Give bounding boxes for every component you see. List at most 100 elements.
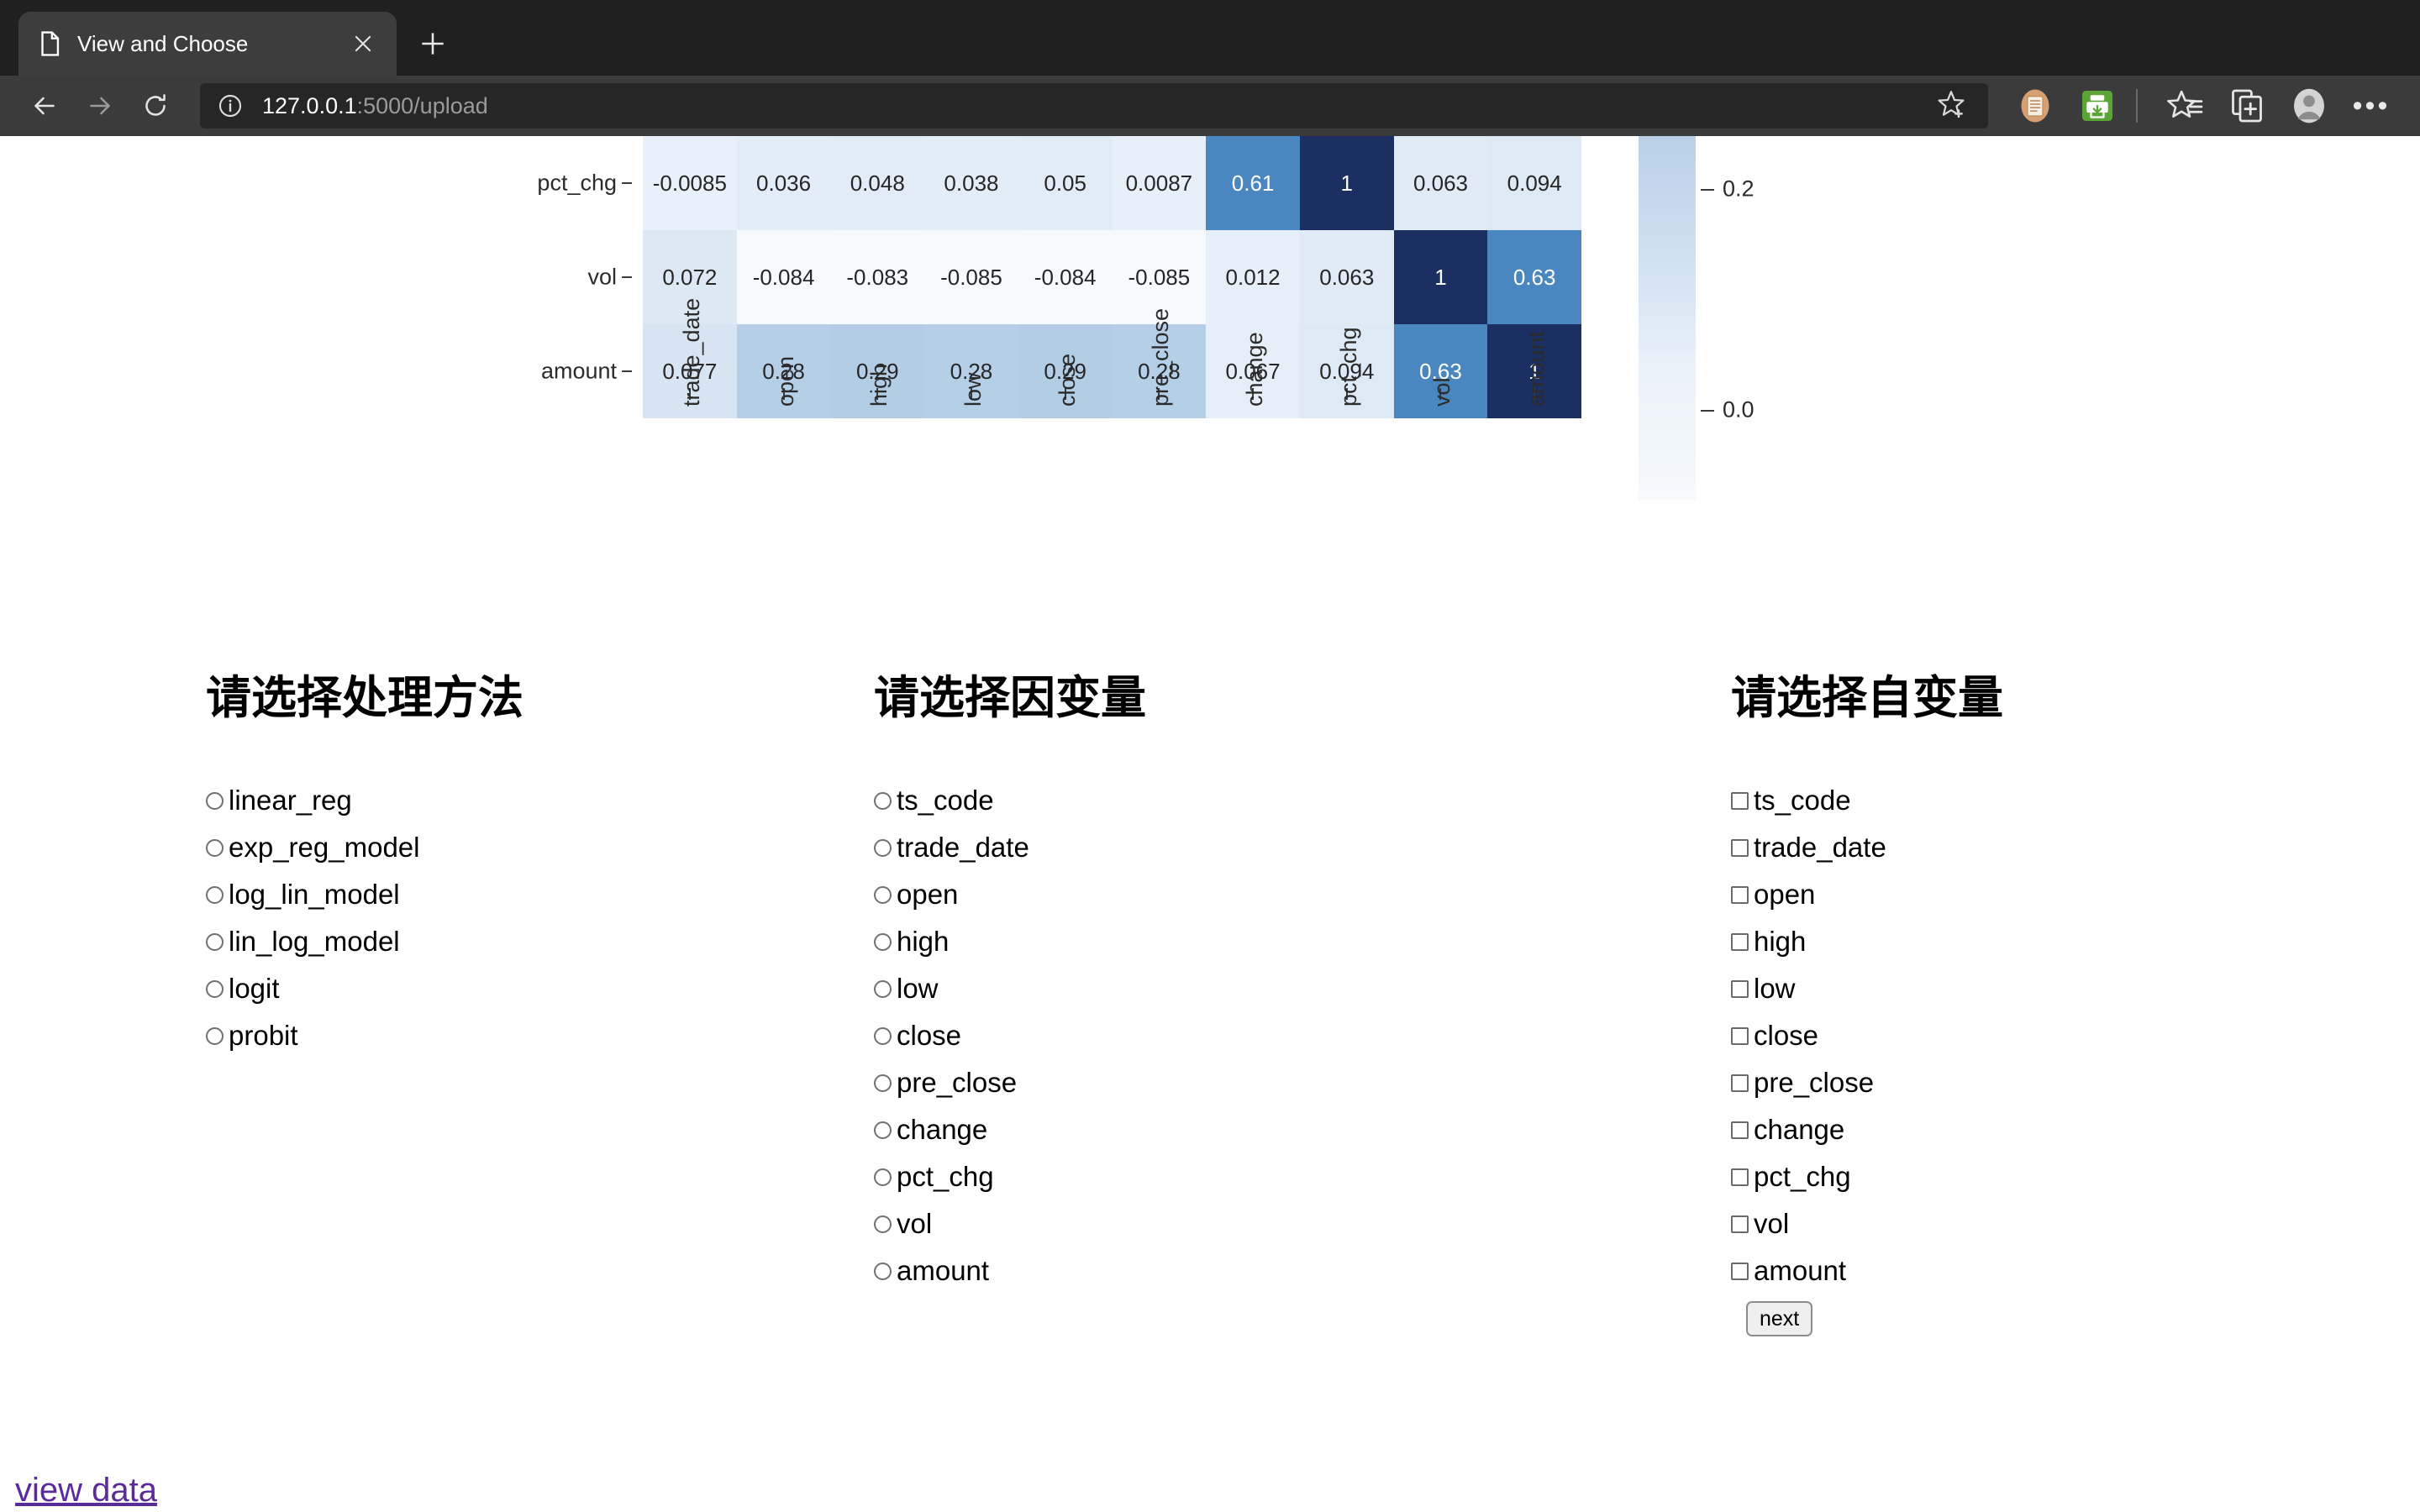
option-label: amount: [897, 1255, 990, 1287]
radio-icon[interactable]: [874, 791, 892, 810]
checkbox-option-low[interactable]: low: [1731, 965, 2003, 1012]
option-label: log_lin_model: [229, 879, 400, 911]
checkbox-icon[interactable]: [1731, 1262, 1749, 1280]
radio-icon[interactable]: [874, 1074, 892, 1092]
new-tab-button[interactable]: [408, 19, 457, 68]
profile-avatar-icon[interactable]: [2282, 79, 2336, 133]
option-label: vol: [897, 1208, 933, 1240]
checkbox-icon[interactable]: [1731, 791, 1749, 810]
reload-icon[interactable]: [133, 83, 178, 129]
radio-option-linear-reg[interactable]: linear_reg: [206, 777, 523, 824]
radio-icon[interactable]: [874, 838, 892, 857]
form-heading-method: 请选择处理方法: [206, 673, 523, 723]
radio-icon[interactable]: [874, 932, 892, 951]
option-label: open: [897, 879, 959, 911]
info-circle-icon[interactable]: [217, 92, 244, 119]
heatmap-y-tick: [622, 276, 632, 278]
checkbox-icon[interactable]: [1731, 1121, 1749, 1139]
radio-option-ts-code[interactable]: ts_code: [874, 777, 1146, 824]
radio-icon[interactable]: [874, 885, 892, 904]
radio-icon[interactable]: [874, 1262, 892, 1280]
heatmap-x-label: pre_close: [1148, 307, 1174, 407]
view-data-link[interactable]: view data: [15, 1472, 157, 1509]
back-arrow-icon[interactable]: [22, 83, 67, 129]
option-label: change: [897, 1114, 988, 1146]
checkbox-option-pre-close[interactable]: pre_close: [1731, 1059, 2003, 1106]
checkbox-icon[interactable]: [1731, 838, 1749, 857]
checkbox-option-open[interactable]: open: [1731, 871, 2003, 918]
radio-icon[interactable]: [874, 1168, 892, 1186]
checkbox-option-trade-date[interactable]: trade_date: [1731, 824, 2003, 871]
reading-list-icon[interactable]: [2008, 79, 2062, 133]
heatmap-y-label: pct_chg: [537, 170, 617, 196]
checkbox-icon[interactable]: [1731, 1215, 1749, 1233]
radio-icon[interactable]: [206, 885, 224, 904]
browser-toolbar: 127.0.0.1:5000/upload •••: [0, 76, 2420, 136]
radio-icon[interactable]: [206, 979, 224, 998]
more-options-icon[interactable]: •••: [2344, 79, 2398, 133]
star-add-icon[interactable]: [1934, 87, 1971, 124]
heatmap-y-axis: pct_chg vol amount: [471, 136, 639, 531]
heatmap-cell: 0.048: [830, 136, 925, 230]
heatmap-x-label: trade_date: [678, 297, 704, 407]
radio-icon[interactable]: [874, 1215, 892, 1233]
radio-option-log-lin-model[interactable]: log_lin_model: [206, 871, 523, 918]
heatmap-x-label: open: [772, 355, 798, 407]
checkbox-icon[interactable]: [1731, 885, 1749, 904]
checkbox-option-vol[interactable]: vol: [1731, 1200, 2003, 1247]
option-label: close: [1754, 1020, 1819, 1052]
collections-icon[interactable]: [2220, 79, 2274, 133]
radio-option-exp-reg-model[interactable]: exp_reg_model: [206, 824, 523, 871]
radio-icon[interactable]: [874, 979, 892, 998]
form-column-method: 请选择处理方法 linear_reg exp_reg_model log_lin…: [206, 673, 523, 1059]
form-heading-independent: 请选择自变量: [1731, 673, 2003, 723]
radio-option-open[interactable]: open: [874, 871, 1146, 918]
checkbox-icon[interactable]: [1731, 1026, 1749, 1045]
radio-option-amount[interactable]: amount: [874, 1247, 1146, 1294]
radio-icon[interactable]: [206, 791, 224, 810]
checkbox-option-ts-code[interactable]: ts_code: [1731, 777, 2003, 824]
option-label: open: [1754, 879, 1816, 911]
address-bar[interactable]: 127.0.0.1:5000/upload: [200, 83, 1988, 129]
heatmap-cell: 1: [1299, 136, 1394, 230]
radio-option-pre-close[interactable]: pre_close: [874, 1059, 1146, 1106]
radio-icon[interactable]: [874, 1026, 892, 1045]
checkbox-icon[interactable]: [1731, 1074, 1749, 1092]
checkbox-icon[interactable]: [1731, 932, 1749, 951]
radio-icon[interactable]: [874, 1121, 892, 1139]
checkbox-option-amount[interactable]: amount: [1731, 1247, 2003, 1294]
radio-option-change[interactable]: change: [874, 1106, 1146, 1153]
option-label: pct_chg: [897, 1161, 994, 1193]
option-label: ts_code: [897, 785, 994, 816]
page-icon: [35, 29, 64, 58]
checkbox-option-high[interactable]: high: [1731, 918, 2003, 965]
heatmap-cell: 0.012: [1206, 230, 1300, 324]
close-icon[interactable]: [346, 27, 380, 60]
heatmap-cell: 0.0087: [1112, 136, 1207, 230]
radio-icon[interactable]: [206, 1026, 224, 1045]
radio-option-pct-chg[interactable]: pct_chg: [874, 1153, 1146, 1200]
browser-tab[interactable]: View and Choose: [18, 12, 397, 76]
checkbox-option-close[interactable]: close: [1731, 1012, 2003, 1059]
radio-option-high[interactable]: high: [874, 918, 1146, 965]
checkbox-option-change[interactable]: change: [1731, 1106, 2003, 1153]
radio-option-low[interactable]: low: [874, 965, 1146, 1012]
radio-option-close[interactable]: close: [874, 1012, 1146, 1059]
radio-option-trade-date[interactable]: trade_date: [874, 824, 1146, 871]
heatmap-row: -0.0085 0.036 0.048 0.038 0.05 0.0087 0.…: [643, 136, 1582, 230]
heatmap-cell: 0.05: [1018, 136, 1113, 230]
radio-option-probit[interactable]: probit: [206, 1012, 523, 1059]
radio-icon[interactable]: [206, 932, 224, 951]
radio-option-logit[interactable]: logit: [206, 965, 523, 1012]
checkbox-option-pct-chg[interactable]: pct_chg: [1731, 1153, 2003, 1200]
favorites-icon[interactable]: [2158, 79, 2212, 133]
heatmap-cell: 0.063: [1393, 136, 1488, 230]
forward-arrow-icon[interactable]: [77, 83, 123, 129]
radio-option-vol[interactable]: vol: [874, 1200, 1146, 1247]
printer-icon[interactable]: [2070, 79, 2124, 133]
checkbox-icon[interactable]: [1731, 1168, 1749, 1186]
radio-option-lin-log-model[interactable]: lin_log_model: [206, 918, 523, 965]
radio-icon[interactable]: [206, 838, 224, 857]
next-button[interactable]: next: [1746, 1301, 1813, 1337]
checkbox-icon[interactable]: [1731, 979, 1749, 998]
